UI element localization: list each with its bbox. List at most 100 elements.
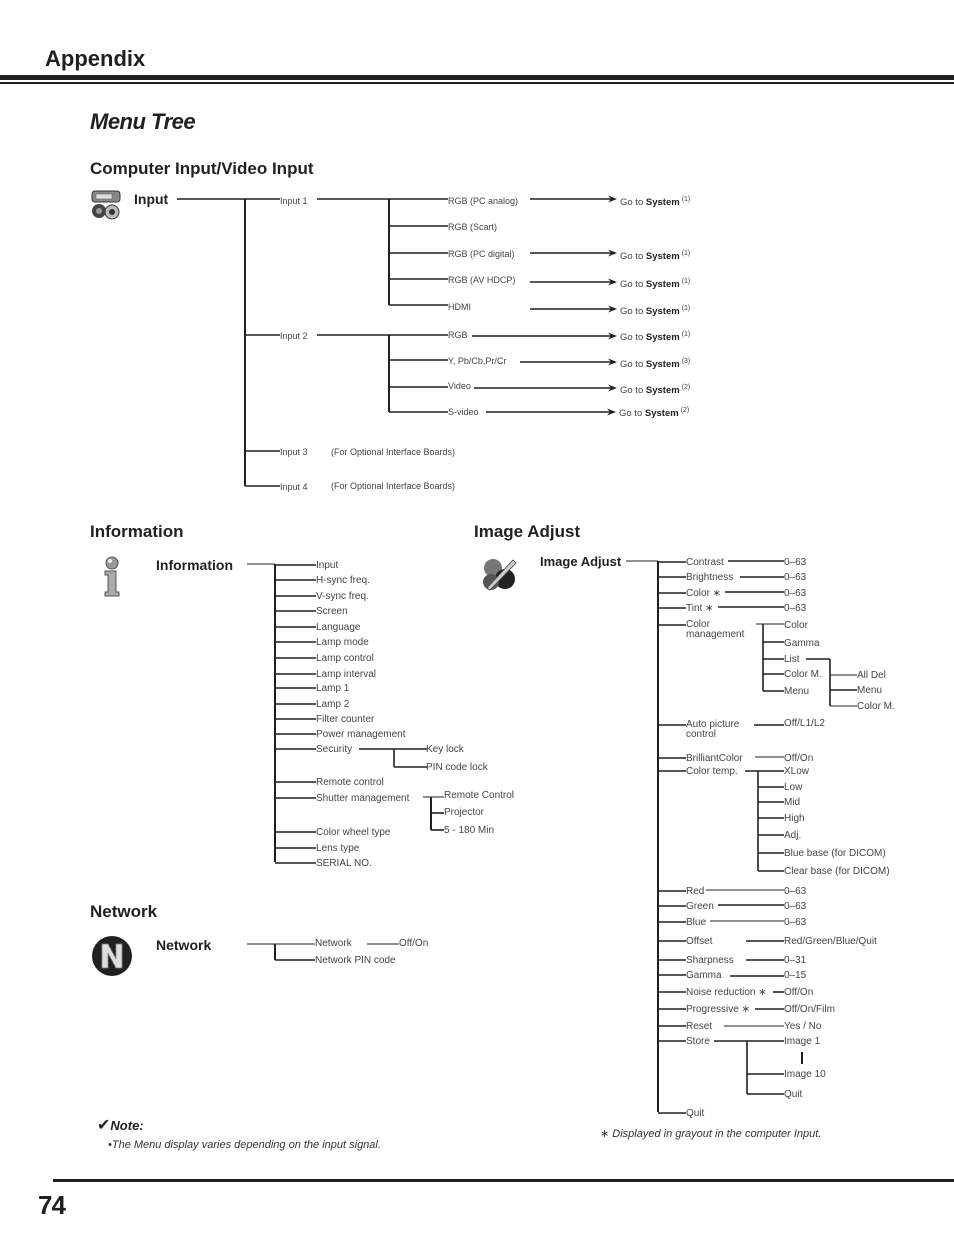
image-adjust-item[interactable]: Color ∗ <box>686 588 721 599</box>
input-1-label[interactable]: Input 1 <box>280 196 308 206</box>
image-adjust-item[interactable]: Red <box>686 886 704 897</box>
goto-target: System <box>645 332 680 343</box>
input1-rgb-av-hdcp[interactable]: RGB (AV HDCP) <box>448 275 515 285</box>
network-root-label[interactable]: Network <box>156 937 211 953</box>
color-m-option[interactable]: Color M. <box>857 701 895 712</box>
info-item[interactable]: SERIAL NO. <box>316 858 372 869</box>
shutter-5-180-min[interactable]: 5 - 180 Min <box>444 825 494 836</box>
goto-system-link[interactable]: Go to System (1) <box>620 278 690 290</box>
input2-video[interactable]: Video <box>448 381 471 391</box>
info-item[interactable]: Lamp interval <box>316 669 376 680</box>
color-management-option[interactable]: Color <box>784 620 808 631</box>
info-item[interactable]: H-sync freq. <box>316 575 370 586</box>
security-pin-code-lock[interactable]: PIN code lock <box>426 762 488 773</box>
color-temp-option[interactable]: Adj. <box>784 830 801 841</box>
color-temp-option[interactable]: Clear base (for DICOM) <box>784 866 890 877</box>
color-m-option[interactable]: All Del <box>857 670 886 681</box>
color-management-option[interactable]: Gamma <box>784 638 820 649</box>
info-item[interactable]: Filter counter <box>316 714 374 725</box>
note-label: Note: <box>110 1118 144 1133</box>
info-item[interactable]: Language <box>316 622 361 633</box>
image-adjust-item[interactable]: Color management <box>686 620 758 640</box>
image-adjust-item[interactable]: Green <box>686 901 714 912</box>
image-adjust-item[interactable]: Auto picture control <box>686 720 758 740</box>
color-temp-option[interactable]: XLow <box>784 766 809 777</box>
shutter-remote-control[interactable]: Remote Control <box>444 790 514 801</box>
image-adjust-value: 0–63 <box>784 917 807 928</box>
info-item[interactable]: Lens type <box>316 843 359 854</box>
network-item-pin-code[interactable]: Network PIN code <box>315 955 396 966</box>
input-4-label[interactable]: Input 4 <box>280 482 308 492</box>
image-adjust-item[interactable]: Tint ∗ <box>686 603 713 614</box>
image-adjust-item[interactable]: Noise reduction ∗ <box>686 987 767 998</box>
image-adjust-item[interactable]: BrilliantColor <box>686 753 743 764</box>
image-adjust-item[interactable]: Offset <box>686 936 713 947</box>
goto-system-link[interactable]: Go to System (1) <box>620 331 690 343</box>
goto-ref: (2) <box>680 407 690 414</box>
input-3-label[interactable]: Input 3 <box>280 447 308 457</box>
image-adjust-item[interactable]: Reset <box>686 1021 712 1032</box>
image-adjust-value: Red/Green/Blue/Quit <box>784 936 877 947</box>
info-item[interactable]: Color wheel type <box>316 827 390 838</box>
color-temp-option[interactable]: High <box>784 813 805 824</box>
network-item-network[interactable]: Network <box>315 938 352 949</box>
input1-rgb-pc-digital[interactable]: RGB (PC digital) <box>448 249 515 259</box>
image-adjust-item[interactable]: Color temp. <box>686 766 738 777</box>
image-adjust-value: 0–63 <box>784 603 807 614</box>
input2-s-video[interactable]: S-video <box>448 407 479 417</box>
info-item[interactable]: Security <box>316 744 352 755</box>
image-adjust-item[interactable]: Brightness <box>686 572 733 583</box>
info-item[interactable]: Lamp control <box>316 653 374 664</box>
shutter-projector[interactable]: Projector <box>444 807 484 818</box>
image-adjust-item[interactable]: Sharpness <box>686 955 734 966</box>
goto-target: System <box>645 385 680 396</box>
info-item[interactable]: Lamp 1 <box>316 683 349 694</box>
network-icon <box>91 935 133 977</box>
goto-system-link[interactable]: Go to System (2) <box>620 384 690 396</box>
input2-ypbpr[interactable]: Y, Pb/Cb,Pr/Cr <box>448 356 506 366</box>
color-temp-option[interactable]: Low <box>784 782 802 793</box>
info-item[interactable]: Input <box>316 560 338 571</box>
input-root-label[interactable]: Input <box>134 191 168 207</box>
store-option[interactable]: Image 10 <box>784 1069 826 1080</box>
image-adjust-item[interactable]: Quit <box>686 1108 704 1119</box>
goto-text: Go to <box>620 251 644 262</box>
image-adjust-value: 0–63 <box>784 572 807 583</box>
goto-system-link[interactable]: Go to System (1) <box>620 196 690 208</box>
security-key-lock[interactable]: Key lock <box>426 744 464 755</box>
info-item[interactable]: V-sync freq. <box>316 591 369 602</box>
information-root-label[interactable]: Information <box>156 557 233 573</box>
goto-system-link[interactable]: Go to System (2) <box>619 407 689 419</box>
note-heading: ✔Note: <box>97 1115 144 1135</box>
info-item[interactable]: Shutter management <box>316 793 409 804</box>
image-adjust-item[interactable]: Store <box>686 1036 710 1047</box>
input1-rgb-pc-analog[interactable]: RGB (PC analog) <box>448 196 518 206</box>
image-adjust-item[interactable]: Gamma <box>686 970 722 981</box>
image-adjust-item[interactable]: Progressive ∗ <box>686 1004 750 1015</box>
goto-system-link[interactable]: Go to System (3) <box>620 358 690 370</box>
info-item[interactable]: Lamp mode <box>316 637 369 648</box>
color-management-option[interactable]: List <box>784 654 800 665</box>
image-adjust-item[interactable]: Contrast <box>686 557 724 568</box>
input-icon <box>89 190 123 220</box>
image-adjust-root-label[interactable]: Image Adjust <box>540 554 621 569</box>
info-item[interactable]: Screen <box>316 606 348 617</box>
color-temp-option[interactable]: Mid <box>784 797 800 808</box>
network-title: Network <box>90 902 158 921</box>
info-item[interactable]: Power management <box>316 729 406 740</box>
input1-rgb-scart[interactable]: RGB (Scart) <box>448 222 497 232</box>
info-item[interactable]: Lamp 2 <box>316 699 349 710</box>
input2-rgb[interactable]: RGB <box>448 330 468 340</box>
image-adjust-item[interactable]: Blue <box>686 917 706 928</box>
input1-hdmi[interactable]: HDMI <box>448 302 471 312</box>
color-m-option[interactable]: Menu <box>857 685 882 696</box>
goto-system-link[interactable]: Go to System (1) <box>620 250 690 262</box>
store-option[interactable]: Quit <box>784 1089 802 1100</box>
color-temp-option[interactable]: Blue base (for DICOM) <box>784 848 886 859</box>
input-2-label[interactable]: Input 2 <box>280 331 308 341</box>
color-management-option[interactable]: Color M. <box>784 669 822 680</box>
color-management-option[interactable]: Menu <box>784 686 809 697</box>
store-option[interactable]: Image 1 <box>784 1036 820 1047</box>
info-item[interactable]: Remote control <box>316 777 384 788</box>
goto-system-link[interactable]: Go to System (1) <box>620 305 690 317</box>
